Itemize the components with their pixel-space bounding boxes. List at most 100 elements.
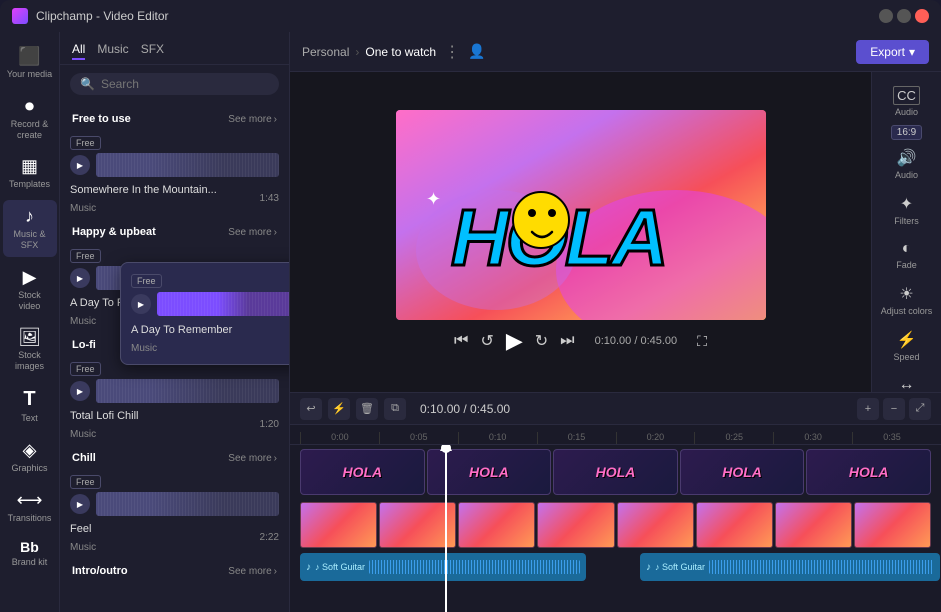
- skip-forward-button[interactable]: ⏭: [560, 332, 574, 350]
- breadcrumb-separator: ›: [355, 45, 359, 59]
- minimize-button[interactable]: [879, 9, 893, 23]
- media-icon: ⬛: [18, 46, 40, 67]
- sidebar-item-music-sfx[interactable]: ♪ Music & SFX: [3, 200, 57, 257]
- transition-icon: ↔: [899, 376, 915, 392]
- video-clip[interactable]: [775, 502, 852, 548]
- hola-mini-text: HOLA: [469, 464, 509, 480]
- speed-button[interactable]: ⚡ Speed: [876, 324, 938, 368]
- chevron-down-icon: ▾: [909, 45, 915, 59]
- free-badge: Free: [131, 274, 162, 288]
- free-badge: Free: [70, 249, 101, 263]
- see-more-free[interactable]: See more ›: [228, 114, 277, 125]
- transition-button[interactable]: ↔ Transition: [876, 370, 938, 392]
- adjust-colors-button[interactable]: ☀ Adjust colors: [876, 278, 938, 322]
- zoom-out-button[interactable]: −: [883, 398, 905, 420]
- audio-label: Audio: [895, 170, 918, 180]
- video-clip[interactable]: [300, 502, 377, 548]
- audio-waveform: [709, 560, 934, 574]
- video-clip[interactable]: [854, 502, 931, 548]
- sidebar-item-transitions[interactable]: ⟷ Transitions: [3, 484, 57, 530]
- record-label: Record & create: [7, 119, 53, 141]
- sidebar-item-graphics[interactable]: ◈ Graphics: [3, 434, 57, 480]
- video-clip[interactable]: [537, 502, 614, 548]
- hola-clip[interactable]: HOLA: [300, 449, 425, 495]
- hola-clip[interactable]: HOLA: [680, 449, 805, 495]
- tab-all[interactable]: All: [72, 40, 85, 60]
- sidebar-item-text[interactable]: T Text: [3, 382, 57, 430]
- maximize-button[interactable]: [897, 9, 911, 23]
- list-item[interactable]: Free ▶ Total Lofi Chill Music 1:20: [60, 355, 289, 446]
- undo-button[interactable]: ↩: [300, 398, 322, 420]
- audio-track-row: ♪ ♪ Soft Guitar ♪ ♪ Soft Guitar: [290, 553, 941, 587]
- section-title-free: Free to use: [72, 113, 131, 125]
- ruler-mark: 0:30: [773, 432, 852, 444]
- text-icon: T: [23, 388, 35, 411]
- fade-button[interactable]: ◐ Fade: [876, 234, 938, 276]
- audio-clip-2[interactable]: ♪ ♪ Soft Guitar: [640, 553, 940, 581]
- fit-button[interactable]: ⤢: [909, 398, 931, 420]
- forward-button[interactable]: ↻: [535, 331, 548, 351]
- see-more-intro-outro[interactable]: See more ›: [228, 566, 277, 577]
- list-item[interactable]: Free ▶ Somewhere In the Mountain... Musi…: [60, 129, 289, 220]
- hola-sticker-track[interactable]: HOLA HOLA HOLA HOLA HOLA: [300, 449, 931, 495]
- delete-button[interactable]: 🗑: [356, 398, 378, 420]
- skip-back-button[interactable]: ⏮: [454, 332, 468, 350]
- hola-clip[interactable]: HOLA: [553, 449, 678, 495]
- audio-clip-1[interactable]: ♪ ♪ Soft Guitar: [300, 553, 586, 581]
- section-title-lofi: Lo-fi: [72, 339, 96, 351]
- stock-images-icon: 🖼: [18, 327, 41, 348]
- waveform-row: ▶: [70, 153, 279, 177]
- video-track[interactable]: [300, 502, 931, 548]
- aspect-ratio-badge[interactable]: 16:9: [891, 125, 922, 140]
- timeline-tracks: HOLA HOLA HOLA HOLA HOLA: [290, 445, 941, 612]
- zoom-in-button[interactable]: +: [857, 398, 879, 420]
- export-button[interactable]: Export ▾: [856, 40, 929, 64]
- hola-clip[interactable]: HOLA: [806, 449, 931, 495]
- filters-button[interactable]: ✦ Filters: [876, 188, 938, 232]
- ruler-mark: 0:35: [852, 432, 931, 444]
- sidebar-item-your-media[interactable]: ⬛ Your media: [3, 40, 57, 86]
- free-badge: Free: [70, 136, 101, 150]
- video-clip[interactable]: [696, 502, 773, 548]
- sidebar-item-record-create[interactable]: ⏺ Record & create: [3, 90, 57, 147]
- section-intro-outro-header: Intro/outro See more ›: [60, 559, 289, 581]
- play-button-sm[interactable]: ▶: [70, 494, 90, 514]
- rewind-button[interactable]: ↺: [480, 331, 493, 351]
- list-item[interactable]: Free ▶ A Day To Remember Music Free: [60, 242, 289, 333]
- video-track-row: [290, 500, 941, 550]
- play-button-sm[interactable]: ▶: [70, 268, 90, 288]
- sidebar-item-stock-video[interactable]: ▶ Stock video: [3, 261, 57, 318]
- breadcrumb-personal[interactable]: Personal: [302, 45, 349, 59]
- sidebar-item-stock-images[interactable]: 🖼 Stock images: [3, 321, 57, 378]
- sidebar-item-templates[interactable]: ▦ Templates: [3, 150, 57, 196]
- fullscreen-button[interactable]: ⛶: [697, 333, 707, 350]
- play-button-sm[interactable]: ▶: [131, 294, 151, 314]
- app-body: ⬛ Your media ⏺ Record & create ▦ Templat…: [0, 32, 941, 612]
- profile-icon[interactable]: 👤: [468, 43, 485, 60]
- see-more-chill[interactable]: See more ›: [228, 453, 277, 464]
- captions-button[interactable]: CC Audio: [876, 80, 938, 123]
- tab-sfx[interactable]: SFX: [141, 40, 164, 60]
- see-more-happy[interactable]: See more ›: [228, 227, 277, 238]
- window-controls: [879, 9, 929, 23]
- search-input[interactable]: [101, 77, 269, 91]
- split-button[interactable]: ⚡: [328, 398, 350, 420]
- playhead[interactable]: [445, 445, 447, 612]
- main-area: Personal › One to watch ⋮ 👤 Export ▾: [290, 32, 941, 612]
- copy-button[interactable]: ⧉: [384, 398, 406, 420]
- sticker-track-row: HOLA HOLA HOLA HOLA HOLA: [290, 447, 941, 497]
- search-bar[interactable]: 🔍: [70, 73, 279, 95]
- video-clip[interactable]: [458, 502, 535, 548]
- video-clip[interactable]: [617, 502, 694, 548]
- list-item[interactable]: Free ▶ Feel Music 2:22: [60, 468, 289, 559]
- close-button[interactable]: [915, 9, 929, 23]
- breadcrumb-current[interactable]: One to watch: [365, 45, 436, 59]
- play-button-sm[interactable]: ▶: [70, 381, 90, 401]
- audio-button[interactable]: 🔊 Audio: [876, 142, 938, 186]
- more-options-button[interactable]: ⋮: [444, 42, 460, 62]
- tab-music[interactable]: Music: [97, 40, 128, 60]
- music-duration: 1:43: [260, 193, 279, 204]
- play-pause-button[interactable]: ▶: [506, 328, 523, 354]
- sidebar-item-brand-kit[interactable]: Bb Brand kit: [3, 533, 57, 574]
- play-button-sm[interactable]: ▶: [70, 155, 90, 175]
